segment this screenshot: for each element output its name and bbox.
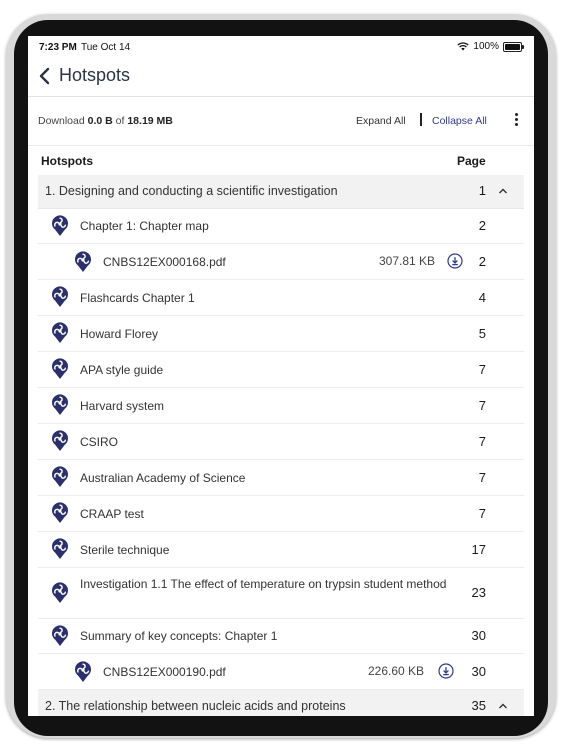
hotspot-list: 1. Designing and conducting a scientific…	[38, 175, 524, 716]
list-header: Hotspots Page	[41, 152, 521, 172]
page-title: Hotspots	[59, 65, 131, 85]
download-label: Download	[38, 115, 85, 127]
download-bar: Download 0.0 B of 18.19 MB Expand All Co…	[28, 97, 534, 146]
status-date: Tue Oct 14	[81, 42, 131, 53]
hotspot-row[interactable]: CSIRO 7	[38, 424, 524, 460]
wifi-icon	[457, 42, 470, 51]
file-row[interactable]: CNBS12EX000168.pdf 307.81 KB 2	[38, 244, 524, 280]
hotspot-page: 7	[478, 398, 486, 413]
hotspot-label: APA style guide	[80, 363, 164, 377]
status-right: 100%	[457, 41, 524, 52]
hotspot-row[interactable]: Sterile technique 17	[38, 532, 524, 568]
hotspot-pin-icon	[51, 322, 69, 344]
hotspot-page: 30	[471, 628, 486, 643]
hotspot-label: Sterile technique	[80, 543, 170, 557]
hotspot-row[interactable]: Flashcards Chapter 1 4	[38, 280, 524, 316]
file-page: 2	[478, 254, 486, 269]
section-row[interactable]: 1. Designing and conducting a scientific…	[38, 175, 524, 209]
hotspot-row[interactable]: Howard Florey 5	[38, 316, 524, 352]
section-title: 1. Designing and conducting a scientific…	[45, 184, 338, 198]
section-page: 1	[478, 183, 486, 198]
total-size: 18.19 MB	[127, 115, 173, 127]
hotspot-page: 4	[478, 290, 486, 305]
section-row[interactable]: 2. The relationship between nucleic acid…	[38, 690, 524, 716]
status-time: 7:23 PM	[39, 42, 77, 53]
download-icon[interactable]	[447, 253, 463, 269]
hotspot-page: 7	[478, 470, 486, 485]
collapse-all-button[interactable]: Collapse All	[432, 115, 487, 127]
more-options-icon[interactable]	[512, 113, 520, 127]
status-bar: 7:23 PM Tue Oct 14 100%	[28, 36, 534, 58]
hotspot-page: 2	[478, 218, 486, 233]
back-chevron-icon[interactable]	[38, 67, 52, 85]
nav-bar: Hotspots	[28, 58, 534, 97]
hotspot-label: Flashcards Chapter 1	[80, 291, 195, 305]
hotspot-label: CSIRO	[80, 435, 119, 449]
hotspot-page: 23	[471, 585, 486, 600]
hotspot-pin-icon	[51, 394, 69, 416]
file-name: CNBS12EX000168.pdf	[103, 255, 226, 269]
battery-icon	[503, 41, 524, 52]
hotspot-label: Investigation 1.1 The effect of temperat…	[80, 577, 447, 591]
section-title: 2. The relationship between nucleic acid…	[45, 699, 346, 713]
hotspot-page: 5	[478, 326, 486, 341]
hotspots-column-header: Hotspots	[41, 154, 93, 168]
file-size: 226.60 KB	[368, 664, 425, 678]
file-name: CNBS12EX000190.pdf	[103, 665, 226, 679]
hotspot-pin-icon	[51, 538, 69, 560]
hotspot-page: 17	[471, 542, 486, 557]
hotspot-row[interactable]: Chapter 1: Chapter map 2	[38, 209, 524, 244]
file-pin-icon	[74, 661, 92, 683]
hotspot-pin-icon	[51, 582, 69, 604]
download-status: Download 0.0 B of 18.19 MB	[38, 115, 173, 127]
hotspot-row[interactable]: APA style guide 7	[38, 352, 524, 388]
downloaded-size: 0.0 B	[87, 115, 113, 127]
download-of: of	[115, 115, 125, 127]
hotspot-page: 7	[478, 506, 486, 521]
file-page: 30	[471, 664, 486, 679]
hotspot-pin-icon	[51, 215, 69, 237]
hotspot-pin-icon	[51, 625, 69, 647]
hotspot-pin-icon	[51, 430, 69, 452]
expand-all-button[interactable]: Expand All	[356, 115, 406, 127]
file-pin-icon	[74, 251, 92, 273]
screen: 7:23 PM Tue Oct 14 100% Hotspots Downloa…	[28, 36, 534, 716]
hotspot-pin-icon	[51, 502, 69, 524]
hotspot-pin-icon	[51, 286, 69, 308]
hotspot-label: Australian Academy of Science	[80, 471, 246, 485]
hotspot-row[interactable]: Harvard system 7	[38, 388, 524, 424]
hotspot-pin-icon	[51, 358, 69, 380]
download-icon[interactable]	[438, 663, 454, 679]
hotspot-label: Summary of key concepts: Chapter 1	[80, 629, 278, 643]
battery-percent: 100%	[473, 41, 499, 52]
section-page: 35	[471, 698, 486, 713]
hotspot-page: 7	[478, 362, 486, 377]
hotspot-label: CRAAP test	[80, 507, 144, 521]
page-column-header: Page	[457, 154, 486, 168]
hotspot-row[interactable]: Australian Academy of Science 7	[38, 460, 524, 496]
hotspot-label: Harvard system	[80, 399, 165, 413]
file-row[interactable]: CNBS12EX000190.pdf 226.60 KB 30	[38, 654, 524, 690]
hotspot-pin-icon	[51, 466, 69, 488]
chevron-up-icon[interactable]	[498, 702, 508, 710]
hotspot-page: 7	[478, 434, 486, 449]
chevron-up-icon[interactable]	[498, 187, 508, 195]
hotspot-row[interactable]: Investigation 1.1 The effect of temperat…	[38, 568, 524, 619]
hotspot-label: Howard Florey	[80, 327, 159, 341]
hotspot-label: Chapter 1: Chapter map	[80, 219, 209, 233]
hotspot-row[interactable]: Summary of key concepts: Chapter 1 30	[38, 619, 524, 654]
hotspot-row[interactable]: CRAAP test 7	[38, 496, 524, 532]
divider	[420, 113, 422, 126]
file-size: 307.81 KB	[379, 254, 436, 268]
